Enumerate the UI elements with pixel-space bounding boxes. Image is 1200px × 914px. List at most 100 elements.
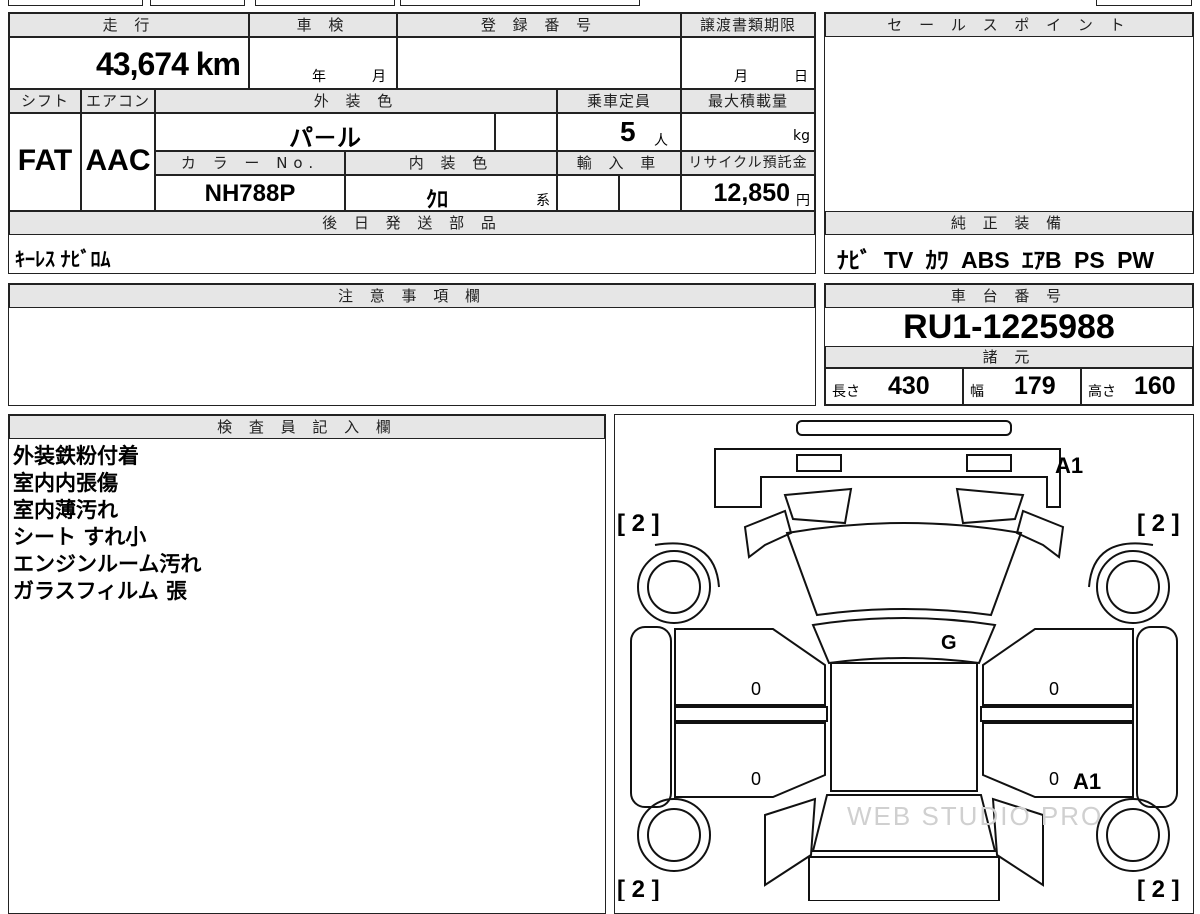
transfer-deadline-header: 譲渡書類期限 [681,13,815,37]
exterior-cell: パ－ル [155,113,495,152]
notes-header: 注 意 事 項 欄 [9,284,815,308]
inspector-line: 外装鉄粉付着 [13,444,139,468]
sales-point-header: セ ー ル ス ポ イ ン ト [825,13,1193,37]
car-diagram-panel: WEB STUDIO PRO A1 G A1 [ 2 ] [ 2 ] [ 2 ]… [614,414,1194,914]
right-sill-strip [980,706,1134,722]
inspector-line: 室内内張傷 [13,471,118,495]
chassis-value: RU1-1225988 [903,308,1115,346]
rear-quarter-left [764,797,817,887]
car-diagram: WEB STUDIO PRO A1 G A1 [ 2 ] [ 2 ] [ 2 ]… [617,420,1180,901]
exterior-header: 外 装 色 [155,89,557,113]
maxload-unit: kg [793,128,810,144]
wheel-front-left-inner [647,560,701,614]
inspector-line: シート すれ小 [13,525,147,549]
recycle-unit: 円 [796,193,810,209]
exterior-value: パ－ル [289,125,361,152]
inspector-line: ガラスフィルム 張 [13,579,188,603]
interior-suffix: 系 [536,193,550,209]
interior-value: ｸﾛ [426,187,449,212]
mark-g: G [941,632,957,654]
capacity-cell: 5 人 [557,113,681,151]
mark-a1-top: A1 [1055,453,1083,478]
inspector-header: 検 査 員 記 入 欄 [9,415,605,439]
mark-a1-right: A1 [1073,769,1101,794]
colorno-value: NH788P [204,180,296,207]
top-stub-mid3 [400,0,640,6]
exterior-extra-cell [495,113,557,151]
recycle-cell: 12,850 円 [681,175,815,211]
watermark: WEB STUDIO PRO [847,801,1103,831]
right-outer-rail [1136,626,1178,808]
shift-header: シフト [9,89,81,113]
import-cell-a [557,175,619,211]
bracket-top-left: [ 2 ] [617,510,660,537]
inspector-line: エンジンルーム汚れ [13,552,202,576]
sales-point-panel: セ ー ル ス ポ イ ン ト 純 正 装 備 ﾅﾋﾞ TV ｶﾜ ABS ｴｱ… [824,12,1194,274]
fender-right [1015,509,1065,559]
chassis-panel: 車 台 番 号 RU1-1225988 諸 元 長さ 430 幅 179 高さ … [824,283,1194,406]
headlight-left [796,454,842,472]
inspector-panel: 検 査 員 記 入 欄 外装鉄粉付着 室内内張傷 室内薄汚れ シート すれ小 エ… [8,414,606,914]
shaken-header: 車 検 [249,13,397,37]
mirror-right [955,487,1025,525]
capacity-unit: 人 [654,133,668,149]
bracket-top-right: [ 2 ] [1137,510,1180,537]
maxload-cell: kg [681,113,815,151]
recycle-header: リサイクル預託金 [681,151,815,175]
colorno-header: カ ラ ー No. [155,151,345,175]
zero-right-rear: 0 [1049,769,1059,789]
wheel-rear-right-inner [1106,808,1160,862]
import-header: 輸 入 車 [557,151,681,175]
interior-cell: ｸﾛ 系 [345,175,557,212]
inspector-line: 室内薄汚れ [13,498,118,522]
wheel-front-right-inner [1106,560,1160,614]
mileage-cell: 43,674 km [9,37,249,89]
recycle-value: 12,850 [713,179,790,207]
front-bumper-bar [796,420,1012,436]
mirror-left [783,487,853,525]
mileage-value: 43,674 km [95,46,241,82]
zero-left-front: 0 [751,679,761,699]
registration-cell [397,37,681,89]
shift-cell: FAT [9,113,81,211]
main-info-table: 走 行 車 検 登 録 番 号 譲渡書類期限 43,674 km 年 月 月 日… [8,12,816,274]
front-hood-outline [714,448,1061,508]
specs-header: 諸 元 [825,346,1193,368]
registration-header: 登 録 番 号 [397,13,681,37]
shaken-year: 年 [312,69,326,85]
transfer-cell: 月 日 [681,37,815,89]
maxload-header: 最大積載量 [681,89,815,113]
interior-header: 内 装 色 [345,151,557,175]
roof [811,617,997,665]
shift-value: FAT [17,144,73,177]
headlight-right [966,454,1012,472]
inspector-lines: 外装鉄粉付着 室内内張傷 室内薄汚れ シート すれ小 エンジンルーム汚れ ガラス… [13,443,201,605]
capacity-value: 5 [620,116,636,147]
door-left-rear [674,722,826,798]
spec-height-cell: 高さ 160 [1081,368,1193,405]
ac-value: AAC [85,144,151,177]
shaken-cell: 年 月 [249,37,397,89]
chassis-header: 車 台 番 号 [825,284,1193,308]
mileage-header: 走 行 [9,13,249,37]
top-stub-mid2 [255,0,395,6]
rear-panel [808,856,1000,901]
door-left-front [674,628,826,706]
spec-width-value: 179 [1014,372,1056,400]
bracket-bottom-right: [ 2 ] [1137,876,1180,901]
spec-length-cell: 長さ 430 [825,368,963,405]
top-stub-mid1 [150,0,245,6]
top-stub-right [1096,0,1192,6]
top-stub-left [8,0,143,6]
capacity-header: 乗車定員 [557,89,681,113]
spec-length-value: 430 [888,372,930,400]
transfer-day: 日 [794,69,808,85]
parts-value: ｷｰﾚｽ ﾅﾋﾞﾛﾑ [15,249,111,271]
shaken-month: 月 [372,69,386,85]
spec-length-label: 長さ [832,384,860,400]
transfer-month: 月 [734,69,748,85]
equipment-header: 純 正 装 備 [825,211,1193,235]
spec-width-cell: 幅 179 [963,368,1081,405]
spec-width-label: 幅 [970,384,984,400]
spec-height-value: 160 [1134,372,1176,400]
